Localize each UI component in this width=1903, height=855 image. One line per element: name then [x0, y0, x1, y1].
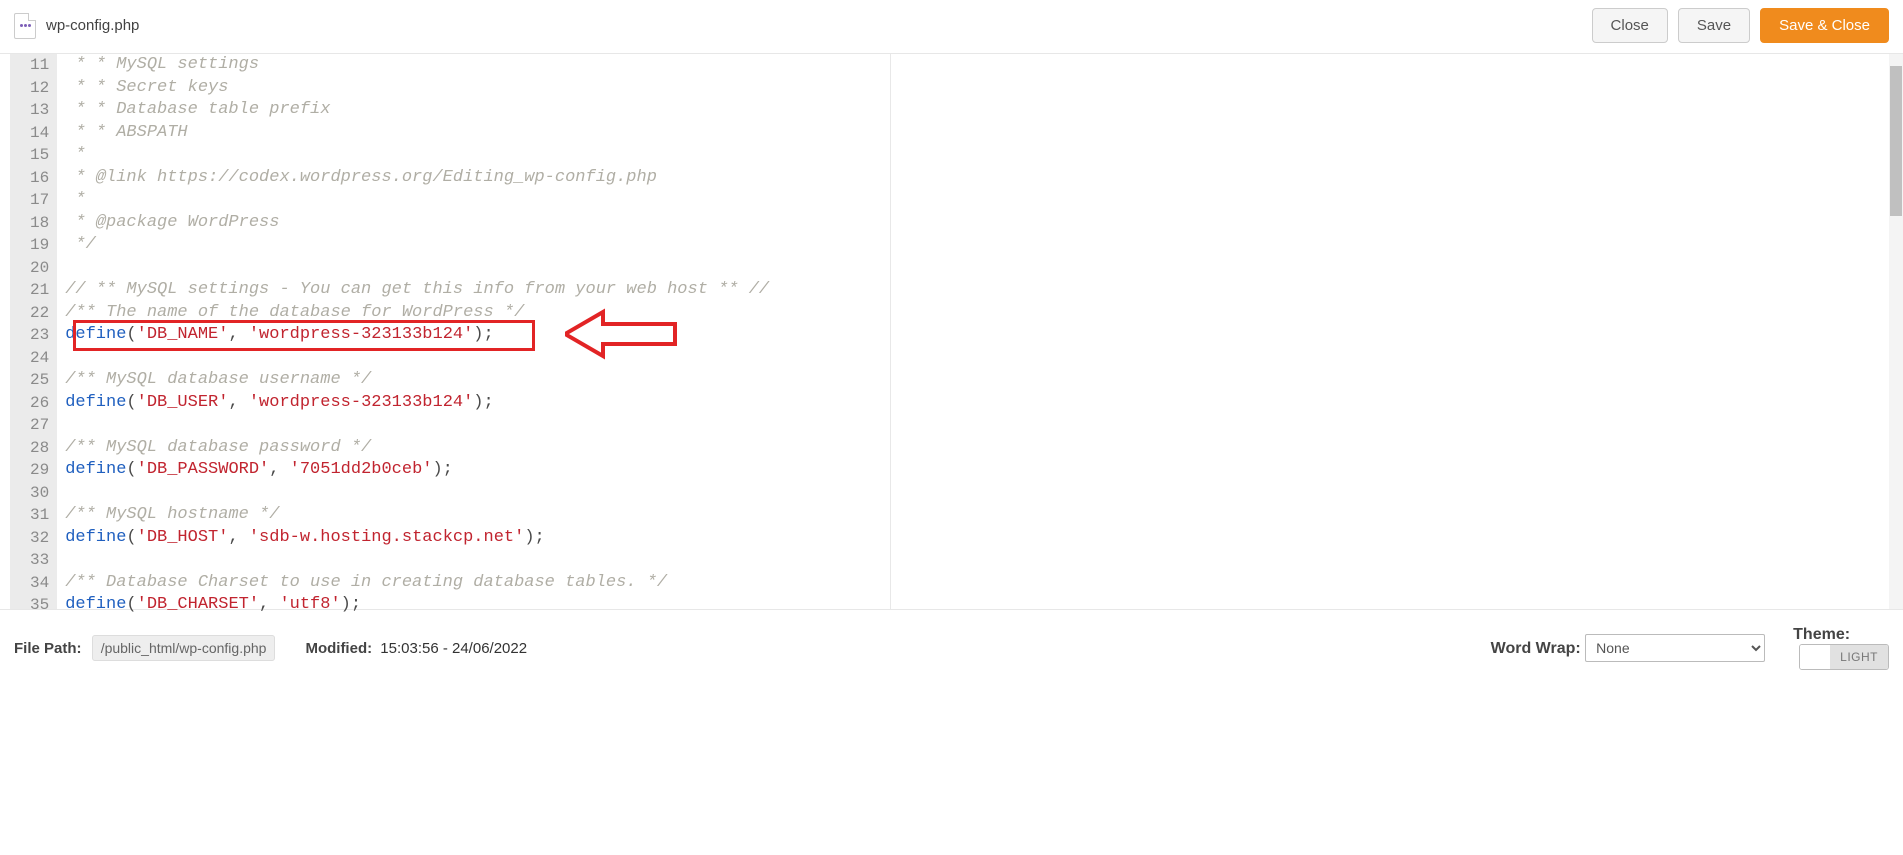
- footer-left: File Path: /public_html/wp-config.php Mo…: [14, 640, 527, 657]
- code-line[interactable]: * * ABSPATH: [65, 122, 1893, 145]
- editor-footer: File Path: /public_html/wp-config.php Mo…: [0, 609, 1903, 686]
- line-number: 29: [30, 459, 49, 482]
- theme-group: Theme: LIGHT: [1793, 626, 1889, 670]
- scrollbar-thumb[interactable]: [1890, 66, 1902, 216]
- code-line[interactable]: [65, 414, 1893, 437]
- theme-light-option[interactable]: LIGHT: [1830, 645, 1888, 669]
- code-editor[interactable]: 1112131415161718192021222324252627282930…: [10, 54, 1893, 609]
- line-number: 30: [30, 482, 49, 505]
- file-path-label: File Path:: [14, 640, 82, 657]
- code-line[interactable]: [65, 482, 1893, 505]
- line-number: 33: [30, 549, 49, 572]
- code-line[interactable]: * @package WordPress: [65, 212, 1893, 235]
- line-number: 20: [30, 257, 49, 280]
- code-area[interactable]: * * MySQL settings * * Secret keys * * D…: [57, 54, 1893, 609]
- code-line[interactable]: */: [65, 234, 1893, 257]
- code-line[interactable]: [65, 347, 1893, 370]
- code-line[interactable]: * * MySQL settings: [65, 54, 1893, 77]
- line-number: 35: [30, 594, 49, 617]
- code-line[interactable]: define('DB_PASSWORD', '7051dd2b0ceb');: [65, 459, 1893, 482]
- php-file-icon: [14, 13, 36, 39]
- line-number: 27: [30, 414, 49, 437]
- theme-dark-option[interactable]: [1800, 645, 1830, 669]
- wordwrap-label: Word Wrap:: [1491, 640, 1581, 657]
- line-number: 15: [30, 144, 49, 167]
- code-line[interactable]: * @link https://codex.wordpress.org/Edit…: [65, 167, 1893, 190]
- vertical-scrollbar[interactable]: [1889, 54, 1903, 609]
- line-number: 32: [30, 527, 49, 550]
- code-line[interactable]: * * Secret keys: [65, 77, 1893, 100]
- code-line[interactable]: /** MySQL hostname */: [65, 504, 1893, 527]
- save-button[interactable]: Save: [1678, 8, 1750, 43]
- modified-group: Modified: 15:03:56 - 24/06/2022: [305, 640, 527, 657]
- line-number: 11: [30, 54, 49, 77]
- line-number: 23: [30, 324, 49, 347]
- code-line[interactable]: /** The name of the database for WordPre…: [65, 302, 1893, 325]
- filename: wp-config.php: [46, 17, 139, 34]
- line-number: 18: [30, 212, 49, 235]
- editor-header: wp-config.php Close Save Save & Close: [0, 0, 1903, 54]
- line-number: 34: [30, 572, 49, 595]
- footer-right: Word Wrap: None Theme: LIGHT: [1491, 626, 1889, 670]
- line-number: 24: [30, 347, 49, 370]
- line-number: 31: [30, 504, 49, 527]
- theme-label: Theme:: [1793, 626, 1850, 643]
- code-line[interactable]: [65, 257, 1893, 280]
- code-line[interactable]: define('DB_NAME', 'wordpress-323133b124'…: [65, 324, 1893, 347]
- wordwrap-group: Word Wrap: None: [1491, 634, 1766, 662]
- line-number: 14: [30, 122, 49, 145]
- file-path-group: File Path: /public_html/wp-config.php: [14, 640, 275, 657]
- line-number: 22: [30, 302, 49, 325]
- line-number: 13: [30, 99, 49, 122]
- line-number: 12: [30, 77, 49, 100]
- code-line[interactable]: *: [65, 189, 1893, 212]
- modified-value: 15:03:56 - 24/06/2022: [380, 640, 527, 657]
- header-right: Close Save Save & Close: [1592, 8, 1889, 43]
- code-line[interactable]: define('DB_HOST', 'sdb-w.hosting.stackcp…: [65, 527, 1893, 550]
- theme-toggle[interactable]: LIGHT: [1799, 644, 1889, 670]
- line-number: 25: [30, 369, 49, 392]
- line-number: 21: [30, 279, 49, 302]
- code-line[interactable]: [65, 549, 1893, 572]
- code-line[interactable]: /** MySQL database password */: [65, 437, 1893, 460]
- code-line[interactable]: /** Database Charset to use in creating …: [65, 572, 1893, 595]
- header-left: wp-config.php: [14, 13, 139, 39]
- code-line[interactable]: /** MySQL database username */: [65, 369, 1893, 392]
- code-line[interactable]: *: [65, 144, 1893, 167]
- line-gutter: 1112131415161718192021222324252627282930…: [10, 54, 57, 609]
- code-line[interactable]: // ** MySQL settings - You can get this …: [65, 279, 1893, 302]
- modified-label: Modified:: [305, 640, 372, 657]
- close-button[interactable]: Close: [1592, 8, 1668, 43]
- wordwrap-select[interactable]: None: [1585, 634, 1765, 662]
- code-line[interactable]: define('DB_CHARSET', 'utf8');: [65, 594, 1893, 617]
- code-line[interactable]: * * Database table prefix: [65, 99, 1893, 122]
- line-number: 26: [30, 392, 49, 415]
- code-line[interactable]: define('DB_USER', 'wordpress-323133b124'…: [65, 392, 1893, 415]
- editor-wrap: 1112131415161718192021222324252627282930…: [0, 54, 1903, 609]
- line-number: 19: [30, 234, 49, 257]
- line-number: 16: [30, 167, 49, 190]
- print-margin-line: [890, 54, 891, 609]
- line-number: 28: [30, 437, 49, 460]
- line-number: 17: [30, 189, 49, 212]
- file-path-value: /public_html/wp-config.php: [92, 635, 276, 661]
- save-and-close-button[interactable]: Save & Close: [1760, 8, 1889, 43]
